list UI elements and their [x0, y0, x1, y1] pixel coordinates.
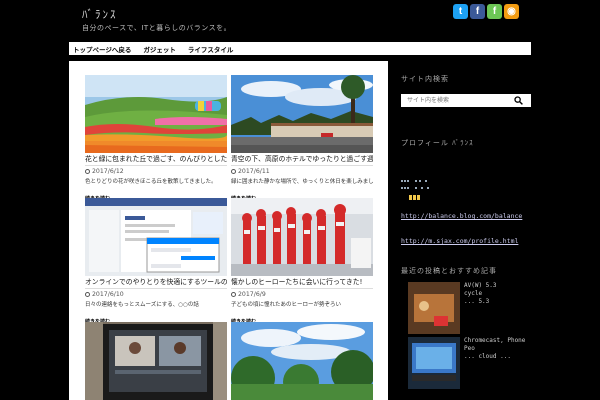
- post-thumbnail[interactable]: [231, 198, 373, 276]
- post-thumbnail[interactable]: [85, 198, 227, 276]
- post-date-text: 2017/6/11: [238, 167, 270, 175]
- clock-icon: [231, 168, 236, 174]
- post-date-text: 2017/6/9: [238, 290, 266, 298]
- post-date: 2017/6/11: [231, 167, 373, 175]
- feedly-icon[interactable]: f: [487, 4, 502, 19]
- recent-post-meta: ... cloud ...: [464, 353, 511, 360]
- profile-image: [401, 178, 441, 204]
- recent-post-title: Chromecast, Phone: [464, 337, 526, 344]
- post-thumbnail[interactable]: [231, 322, 373, 400]
- search-widget-title: サイト内検索: [401, 75, 449, 83]
- search-icon: [513, 96, 523, 105]
- site-description: 自分のペースで、ITと暮らしのバランスを。: [82, 24, 232, 32]
- post-title[interactable]: 懐かしのヒーローたちに会いに行ってきた!: [231, 278, 373, 289]
- post-list: 花と緑に包まれた丘で過ごす、のんびりとした休日のひととき 2017/6/12 色…: [69, 61, 388, 400]
- recent-post-title: AV(W) 5.3: [464, 282, 497, 289]
- recent-post-text: Chromecast, Phone Peo ... cloud ...: [464, 337, 534, 361]
- profile-link[interactable]: http://m.sjax.com/profile.html: [401, 237, 518, 245]
- post-card: 花と緑に包まれた丘で過ごす、のんびりとした休日のひととき 2017/6/12 色…: [85, 75, 227, 204]
- post-card: [231, 322, 373, 400]
- nav-item-lifestyle[interactable]: ライフスタイル: [188, 44, 234, 54]
- recent-post-item[interactable]: Chromecast, Phone Peo ... cloud ...: [408, 337, 531, 391]
- social-links: t f f ◉: [453, 4, 519, 19]
- clock-icon: [85, 291, 90, 297]
- recent-post-text: AV(W) 5.3 cycle ... 5.3: [464, 282, 534, 306]
- clock-icon: [231, 291, 236, 297]
- facebook-icon[interactable]: f: [470, 4, 485, 19]
- post-card: [85, 322, 227, 400]
- site-title[interactable]: ﾊﾞﾗﾝｽ: [82, 6, 118, 22]
- recent-post-meta: ... 5.3: [464, 298, 490, 305]
- post-excerpt: 色とりどりの花が咲きほこる丘を散策してきました。: [85, 179, 217, 185]
- post-card: オンラインでのやりとりを快適にするツールの使い方 2017/6/10 日々の連絡…: [85, 198, 227, 327]
- recent-post-item[interactable]: AV(W) 5.3 cycle ... 5.3: [408, 282, 531, 336]
- post-title[interactable]: オンラインでのやりとりを快適にするツールの使い方: [85, 278, 227, 289]
- search-input[interactable]: [401, 95, 511, 106]
- recent-post-thumbnail: [408, 337, 460, 389]
- recent-post-thumbnail: [408, 282, 460, 334]
- page: ﾊﾞﾗﾝｽ 自分のペースで、ITと暮らしのバランスを。 t f f ◉ トップペ…: [0, 0, 600, 400]
- post-title[interactable]: 青空の下、高原のホテルでゆったりと過ごす週末のショートトリップ: [231, 155, 373, 166]
- global-nav: トップページへ戻る ガジェット ライフスタイル: [69, 42, 531, 55]
- nav-item-gadget[interactable]: ガジェット: [143, 44, 176, 54]
- search-button[interactable]: [511, 95, 525, 106]
- post-date: 2017/6/10: [85, 290, 227, 298]
- post-date-text: 2017/6/12: [92, 167, 124, 175]
- profile-widget-title: プロフィール ﾊﾞﾗﾝｽ: [401, 139, 474, 147]
- nav-item-home[interactable]: トップページへ戻る: [73, 44, 131, 54]
- post-excerpt: 子どもの頃に憧れたあのヒーローが勢ぞろい: [231, 302, 342, 308]
- post-excerpt: 緑に囲まれた静かな場所で、ゆっくりと休日を楽しみました。: [231, 179, 373, 185]
- post-date: 2017/6/9: [231, 290, 373, 298]
- recent-post-sub: cycle: [464, 290, 483, 297]
- recent-posts-title: 最近の投稿とおすすめ記事: [401, 267, 497, 275]
- post-card: 懐かしのヒーローたちに会いに行ってきた! 2017/6/9 子どもの頃に憧れたあ…: [231, 198, 373, 327]
- search-form: [401, 94, 531, 107]
- post-date-text: 2017/6/10: [92, 290, 124, 298]
- post-thumbnail[interactable]: [85, 322, 227, 400]
- post-title[interactable]: 花と緑に包まれた丘で過ごす、のんびりとした休日のひととき: [85, 155, 227, 166]
- twitter-icon[interactable]: t: [453, 4, 468, 19]
- post-date: 2017/6/12: [85, 167, 227, 175]
- rss-icon[interactable]: ◉: [504, 4, 519, 19]
- post-thumbnail[interactable]: [85, 75, 227, 153]
- clock-icon: [85, 168, 90, 174]
- post-card: 青空の下、高原のホテルでゆったりと過ごす週末のショートトリップ 2017/6/1…: [231, 75, 373, 204]
- recent-post-sub: Peo: [464, 345, 475, 352]
- profile-link[interactable]: http://balance.blog.com/balance: [401, 212, 522, 220]
- post-excerpt: 日々の連絡をもっとスムーズにする、○○の話: [85, 302, 199, 308]
- post-thumbnail[interactable]: [231, 75, 373, 153]
